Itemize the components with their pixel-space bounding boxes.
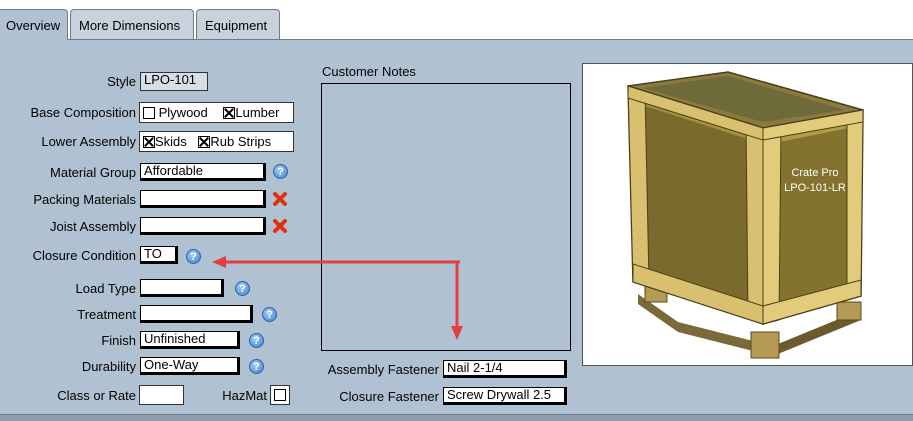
tab-bar: Overview More Dimensions Equipment xyxy=(0,0,913,40)
base-composition-label: Base Composition xyxy=(30,105,137,120)
crate-label-line2: LPO-101-LR xyxy=(784,182,846,194)
plywood-label: Plywood xyxy=(158,105,208,120)
joist-assembly-field[interactable] xyxy=(140,217,266,235)
error-x-icon xyxy=(273,192,287,206)
tab-label: Equipment xyxy=(205,18,268,33)
load-type-label: Load Type xyxy=(75,281,136,296)
class-or-rate-label: Class or Rate xyxy=(57,388,136,403)
skids-checkbox[interactable] xyxy=(143,136,155,148)
finish-field[interactable]: Unfinished xyxy=(140,331,240,349)
lumber-checkbox[interactable] xyxy=(223,107,236,119)
assembly-fastener-label: Assembly Fastener xyxy=(327,362,439,377)
closure-condition-field[interactable]: TO xyxy=(140,246,178,264)
crate-preview-image: Crate Pro LPO-101-LR xyxy=(582,63,913,366)
treatment-field[interactable] xyxy=(140,305,253,323)
skids-label: Skids xyxy=(155,134,187,149)
crate-illustration: Crate Pro LPO-101-LR xyxy=(627,71,864,359)
rub-strips-label: Rub Strips xyxy=(210,134,272,149)
lower-assembly-group: Skids Rub Strips xyxy=(139,131,294,152)
help-icon[interactable]: ? xyxy=(186,249,201,264)
plywood-checkbox[interactable] xyxy=(143,107,155,119)
tab-more-dimensions[interactable]: More Dimensions xyxy=(70,9,194,39)
help-icon[interactable]: ? xyxy=(249,359,264,374)
error-x-icon xyxy=(273,219,287,233)
help-icon[interactable]: ? xyxy=(249,333,264,348)
packing-materials-label: Packing Materials xyxy=(33,192,136,207)
assembly-fastener-field[interactable]: Nail 2-1/4 xyxy=(443,360,567,378)
help-icon[interactable]: ? xyxy=(273,164,288,179)
packing-materials-field[interactable] xyxy=(140,190,266,208)
lower-assembly-label: Lower Assembly xyxy=(41,134,136,149)
hazmat-checkbox[interactable] xyxy=(274,389,286,401)
hazmat-checkbox-frame xyxy=(270,385,290,405)
hazmat-label: HazMat xyxy=(222,388,267,403)
rub-strips-checkbox[interactable] xyxy=(198,136,211,148)
tab-equipment[interactable]: Equipment xyxy=(196,9,280,39)
help-icon[interactable]: ? xyxy=(235,281,250,296)
help-icon[interactable]: ? xyxy=(262,307,277,322)
material-group-field[interactable]: Affordable xyxy=(140,163,266,181)
joist-assembly-label: Joist Assembly xyxy=(50,219,136,234)
durability-label: Durability xyxy=(81,359,136,374)
closure-fastener-label: Closure Fastener xyxy=(339,389,439,404)
closure-fastener-field[interactable]: Screw Drywall 2.5 xyxy=(443,387,567,405)
tab-label: More Dimensions xyxy=(79,18,181,33)
crate-label-line1: Crate Pro xyxy=(791,167,838,179)
treatment-label: Treatment xyxy=(77,307,136,322)
customer-notes-textarea[interactable] xyxy=(321,83,571,351)
class-or-rate-field[interactable] xyxy=(139,385,184,405)
load-type-field[interactable] xyxy=(140,279,224,297)
material-group-label: Material Group xyxy=(50,165,136,180)
customer-notes-label: Customer Notes xyxy=(322,64,416,79)
closure-condition-label: Closure Condition xyxy=(32,248,136,263)
base-composition-group: Plywood Lumber xyxy=(139,102,294,123)
durability-field[interactable]: One-Way xyxy=(140,357,240,375)
lumber-label: Lumber xyxy=(235,105,280,120)
style-label: Style xyxy=(107,74,136,89)
style-field[interactable]: LPO-101 xyxy=(140,72,208,91)
tab-overview[interactable]: Overview xyxy=(0,9,68,40)
tab-label: Overview xyxy=(6,18,61,33)
finish-label: Finish xyxy=(101,333,136,348)
